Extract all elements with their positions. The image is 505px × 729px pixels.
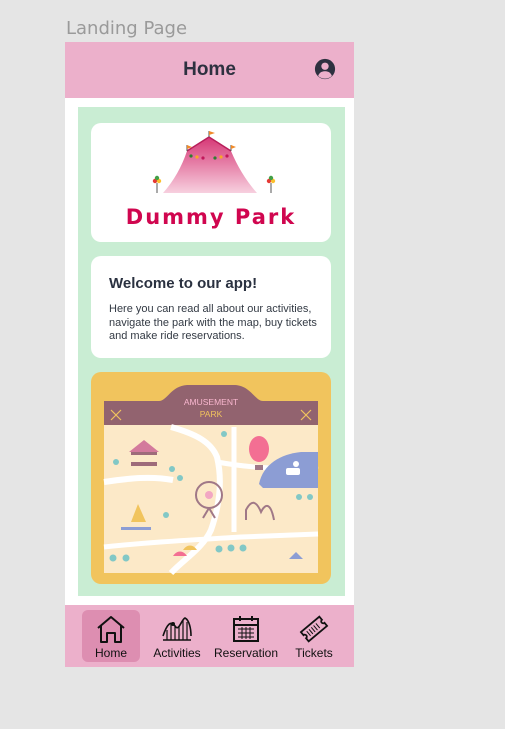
map-title-line1: AMUSEMENT — [184, 397, 238, 407]
nav-activities[interactable]: Activities — [148, 610, 206, 662]
phone-screen: Home Dummy Park Welcome to our app! Here… — [65, 42, 354, 667]
circus-tent-icon — [152, 131, 276, 193]
account-circle-icon[interactable] — [314, 58, 336, 80]
roller-coaster-icon — [162, 617, 192, 641]
bottom-navigation: Home Activities Reservation Tickets — [65, 605, 354, 667]
nav-label-home: Home — [94, 646, 127, 660]
page-title: Home — [183, 59, 236, 80]
nav-label-tickets: Tickets — [295, 646, 333, 660]
nav-label-activities: Activities — [153, 646, 201, 660]
nav-tickets[interactable]: Tickets — [286, 610, 342, 662]
welcome-card: Welcome to our app! Here you can read al… — [91, 256, 331, 358]
calendar-icon — [233, 616, 259, 642]
brand-name: Dummy Park — [125, 205, 297, 229]
park-map-illustration: AMUSEMENT PARK — [103, 385, 319, 576]
frame-label: Landing Page — [66, 18, 188, 39]
ticket-icon — [299, 615, 329, 643]
content-area: Dummy Park Welcome to our app! Here you … — [78, 107, 345, 596]
nav-home[interactable]: Home — [82, 610, 140, 662]
welcome-text: Here you can read all about our activiti… — [109, 303, 317, 342]
map-title-line2: PARK — [200, 409, 223, 419]
logo-card: Dummy Park — [91, 123, 331, 242]
nav-label-reservation: Reservation — [213, 646, 279, 660]
home-icon — [97, 616, 125, 643]
welcome-title: Welcome to our app! — [109, 275, 258, 292]
top-app-bar: Home — [65, 42, 354, 98]
nav-reservation[interactable]: Reservation — [211, 610, 281, 662]
park-map-card[interactable]: AMUSEMENT PARK — [91, 372, 331, 584]
